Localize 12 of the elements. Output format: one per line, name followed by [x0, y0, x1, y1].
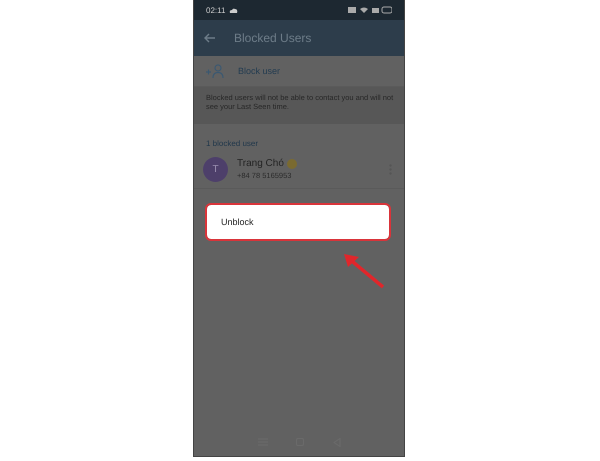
status-icons — [348, 6, 392, 14]
block-user-label: Block user — [238, 66, 280, 76]
status-time: 02:11 — [206, 6, 226, 14]
screen-title: Blocked Users — [234, 31, 312, 45]
user-name: Trang Chó — [237, 158, 284, 170]
back-arrow-icon[interactable] — [204, 33, 216, 43]
avatar: T — [203, 156, 228, 182]
cloud-icon — [229, 8, 238, 12]
section-header: 1 blocked user — [206, 138, 258, 148]
pointer-arrow — [343, 253, 385, 289]
unblock-menu-item[interactable]: Unblock — [207, 205, 389, 239]
add-person-icon — [206, 64, 224, 78]
